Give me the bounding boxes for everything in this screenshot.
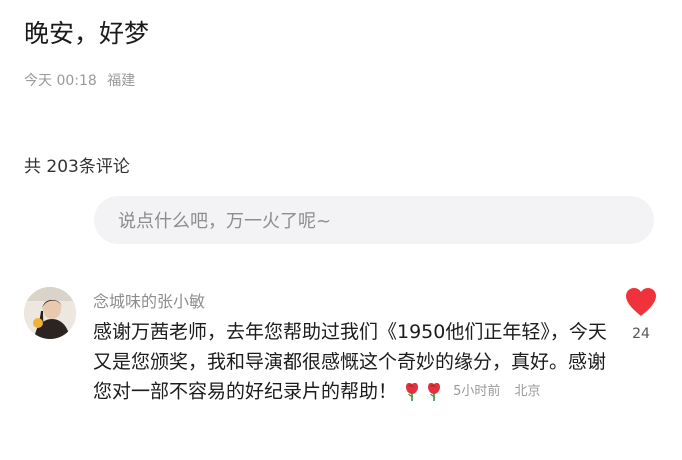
comment-input[interactable]: 说点什么吧，万一火了呢~ <box>94 196 654 244</box>
heart-icon[interactable] <box>624 286 658 318</box>
comment-body: 感谢万茜老师，去年您帮助过我们《1950他们正年轻》，今天又是您颁奖，我和导演都… <box>93 318 623 407</box>
comment-input-placeholder: 说点什么吧，万一火了呢~ <box>118 211 332 232</box>
post-time: 今天 00:18 <box>24 73 97 89</box>
comment-location: 北京 <box>514 384 541 399</box>
like-count: 24 <box>632 326 650 342</box>
rose-icon <box>406 382 419 401</box>
comment-username[interactable]: 念城味的张小敏 <box>93 288 205 312</box>
comment-count: 共 203条评论 <box>24 157 130 177</box>
avatar-image <box>24 287 76 339</box>
post-location: 福建 <box>107 73 136 89</box>
post-title: 晚安，好梦 <box>24 19 150 48</box>
comment-meta: 5小时前 北京 <box>453 377 540 407</box>
rose-icon <box>428 382 441 401</box>
comment-time: 5小时前 <box>453 384 501 399</box>
comment-footer: 5小时前 北京 <box>403 377 541 407</box>
avatar[interactable] <box>24 287 76 339</box>
post-meta: 今天 00:18 福建 <box>24 70 135 90</box>
